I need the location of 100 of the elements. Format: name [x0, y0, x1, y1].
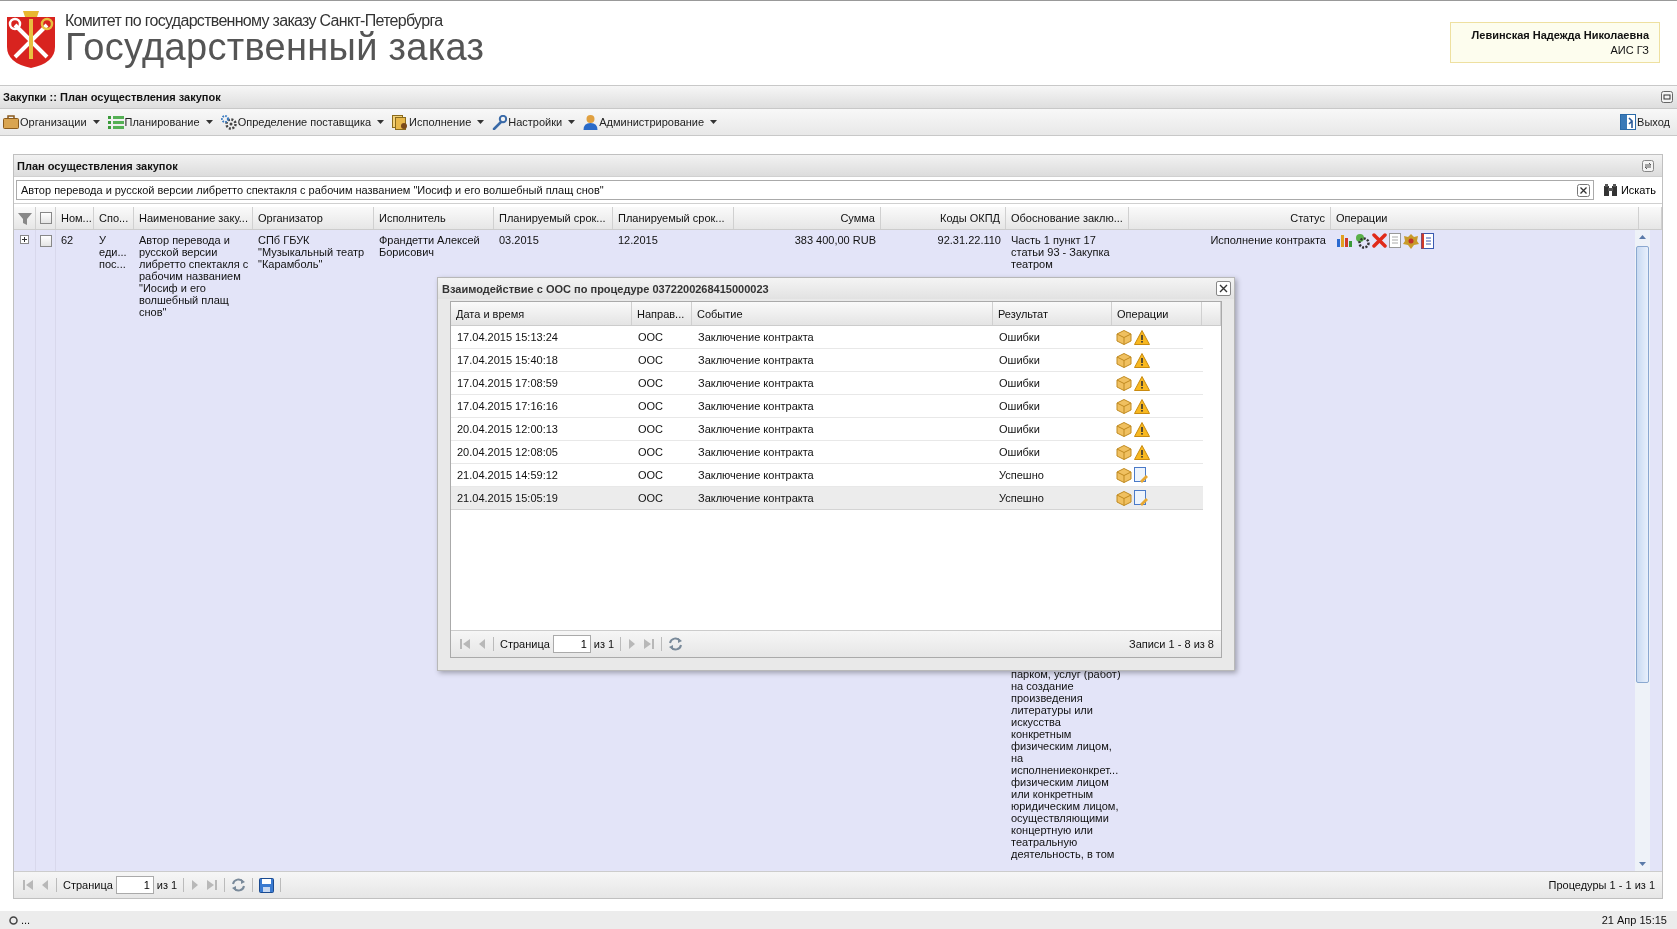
column-header[interactable]: Организатор — [253, 207, 374, 229]
warning-icon[interactable] — [1134, 421, 1150, 437]
table-cell-text: Заключение контракта — [697, 422, 815, 437]
column-header[interactable]: Результат — [993, 302, 1112, 325]
menu-item[interactable]: Исполнение — [391, 112, 486, 132]
table-cell-text: Заключение контракта — [697, 353, 815, 368]
document-edit-icon[interactable] — [1134, 490, 1149, 506]
previous-page-icon[interactable] — [40, 879, 50, 891]
document-edit-icon[interactable] — [1134, 467, 1149, 483]
column-header[interactable]: Коды ОКПД — [881, 207, 1006, 229]
expand-icon[interactable] — [20, 235, 29, 244]
table-row[interactable]: 17.04.2015 15:40:18 ООС Заключение контракта Ошибки — [451, 349, 1203, 372]
table-cell-text: 20.04.2015 12:00:13 — [456, 422, 559, 437]
page-number-field[interactable]: 1 — [115, 876, 154, 894]
menu-item[interactable]: Настройки — [491, 112, 577, 132]
refresh-icon[interactable] — [668, 637, 684, 651]
first-page-icon[interactable] — [22, 879, 34, 891]
warning-icon[interactable] — [1134, 444, 1150, 460]
table-cell-text: Часть 1 пункт 17 статьи 93 - Закупка театром — [1011, 234, 1111, 270]
refresh-icon[interactable] — [231, 878, 247, 892]
column-header[interactable]: Исполнитель — [374, 207, 494, 229]
first-page-icon[interactable] — [459, 638, 471, 650]
column-header[interactable]: Планируемый срок... — [613, 207, 734, 229]
refresh-icon[interactable] — [1642, 159, 1654, 172]
table-row[interactable]: 17.04.2015 15:13:24 ООС Заключение контракта Ошибки — [451, 326, 1203, 349]
warning-icon[interactable] — [1134, 352, 1150, 368]
column-header[interactable]: Планируемый срок... — [494, 207, 613, 229]
table-row[interactable]: 21.04.2015 15:05:19 ООС Заключение контракта Успешно — [451, 487, 1203, 510]
emblem-icon[interactable] — [1403, 233, 1419, 249]
table-cell: Исполнение контракта — [1210, 234, 1326, 246]
column-header[interactable]: Спо... — [94, 207, 134, 229]
table-row[interactable]: 20.04.2015 12:00:13 ООС Заключение контракта Ошибки — [451, 418, 1203, 441]
warning-icon[interactable] — [1134, 398, 1150, 414]
notepad-icon[interactable] — [1421, 233, 1434, 249]
table-row[interactable]: 17.04.2015 17:16:16 ООС Заключение контракта Ошибки — [451, 395, 1203, 418]
document-icon[interactable] — [1389, 233, 1401, 248]
column-header[interactable]: Сумма — [734, 207, 881, 229]
column-header[interactable]: Ном... — [56, 207, 94, 229]
collapse-icon[interactable] — [1661, 91, 1673, 103]
scrollbar[interactable] — [1635, 230, 1650, 871]
table-cell-text: Заключение контракта — [697, 445, 815, 460]
row-checkbox[interactable] — [39, 235, 52, 247]
menu-item[interactable]: Организации — [2, 112, 101, 132]
column-header[interactable]: Дата и время — [451, 302, 632, 325]
table-cell-text: ООС — [637, 376, 665, 391]
table-row[interactable]: 20.04.2015 12:08:05 ООС Заключение контракта Ошибки — [451, 441, 1203, 464]
package-icon[interactable] — [1116, 467, 1132, 483]
save-icon[interactable] — [259, 877, 275, 893]
table-cell-text: Ошибки — [998, 399, 1041, 414]
delete-icon[interactable] — [1372, 233, 1387, 248]
caret-icon — [205, 120, 213, 124]
last-page-icon[interactable] — [206, 879, 219, 891]
exit-button[interactable]: Выход — [1619, 112, 1671, 132]
table-cell-text: 17.04.2015 17:16:16 — [456, 399, 559, 414]
column-header[interactable]: Статус — [1129, 207, 1331, 229]
briefcase-icon — [3, 115, 19, 129]
gear-icon[interactable] — [1354, 233, 1370, 249]
table-cell-text: Заключение контракта — [697, 468, 815, 483]
column-header[interactable]: Операции — [1112, 302, 1202, 325]
page-number-field[interactable]: 1 — [552, 635, 591, 653]
select-all-checkbox[interactable] — [39, 212, 52, 224]
table-cell-text: Заключение контракта — [697, 491, 815, 506]
column-header[interactable]: Наименование заку... — [134, 207, 253, 229]
column-header[interactable]: Направ... — [632, 302, 692, 325]
column-header[interactable]: Обоснование заклю... — [1006, 207, 1129, 229]
menu-item[interactable]: Администрирование — [582, 112, 719, 132]
warning-icon[interactable] — [1134, 375, 1150, 391]
table-cell-text: ООС — [637, 399, 665, 414]
column-header[interactable]: Событие — [692, 302, 993, 325]
dialog-title: Взаимодействие с ООС по процедуре 0372200268415000023 — [442, 282, 769, 295]
table-cell-text: ООС — [637, 330, 665, 345]
search-field[interactable]: Автор перевода и русской версии либретто спектакля с рабочим названием "Иосиф и его волшебный плащ снов" — [16, 180, 1594, 200]
wrench-icon — [492, 114, 508, 130]
date-time: 21 Апр 15:15 — [1601, 914, 1667, 926]
menu-item[interactable]: Планирование — [106, 112, 214, 132]
exit-icon — [1620, 114, 1637, 130]
previous-page-icon[interactable] — [477, 638, 487, 650]
page-count: из 1 — [156, 879, 178, 891]
package-icon[interactable] — [1116, 490, 1132, 506]
breadcrumb: Закупки :: План осуществления закупок — [3, 91, 221, 103]
clear-icon[interactable] — [1576, 183, 1590, 197]
last-page-icon[interactable] — [643, 638, 656, 650]
search-button[interactable]: Искать — [1599, 184, 1660, 196]
close-button[interactable] — [1216, 281, 1231, 296]
system-name: АИС ГЗ — [1610, 44, 1649, 56]
table-cell-text: 17.04.2015 15:13:24 — [456, 330, 559, 345]
caret-icon — [377, 120, 385, 124]
caret-icon — [477, 120, 485, 124]
table-row[interactable]: 17.04.2015 17:08:59 ООС Заключение контракта Ошибки — [451, 372, 1203, 395]
menu-item[interactable]: Определение поставщика — [219, 112, 386, 132]
table-cell-text: ООС — [637, 468, 665, 483]
table-cell: 383 400,00 RUB — [794, 234, 876, 246]
table-cell-text: 20.04.2015 12:08:05 — [456, 445, 559, 460]
page-label: Страница — [63, 879, 113, 891]
caret-icon — [92, 120, 100, 124]
table-cell-text: Успешно — [998, 491, 1045, 506]
warning-icon[interactable] — [1134, 329, 1150, 345]
user-name: Левинская Надежда Николаевна — [1471, 29, 1649, 41]
column-header[interactable]: Операции — [1331, 207, 1639, 229]
bar-chart-icon[interactable] — [1336, 233, 1352, 248]
